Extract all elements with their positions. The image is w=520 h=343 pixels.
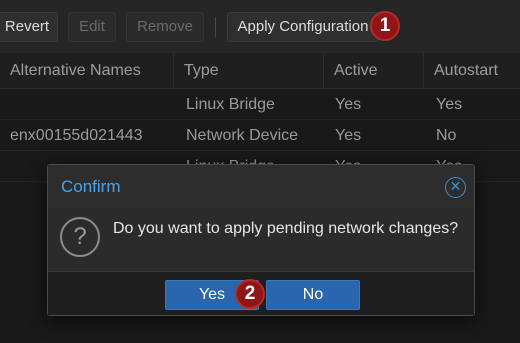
dialog-body: ? Do you want to apply pending network c…: [48, 207, 474, 271]
toolbar-separator: [215, 17, 216, 37]
edit-button[interactable]: Edit: [68, 12, 116, 42]
question-icon: ?: [60, 217, 100, 257]
close-icon[interactable]: ✕: [445, 177, 466, 198]
dialog-header: Confirm ✕: [48, 165, 474, 207]
no-button[interactable]: No: [266, 280, 360, 310]
apply-configuration-button[interactable]: Apply Configuration: [227, 12, 379, 42]
step-badge-1: 1: [370, 11, 400, 41]
revert-button[interactable]: Revert: [0, 12, 58, 42]
dialog-footer: Yes No 2: [48, 271, 474, 315]
confirm-dialog: Confirm ✕ ? Do you want to apply pending…: [47, 164, 475, 316]
dialog-title: Confirm: [61, 177, 121, 196]
toolbar: Revert Edit Remove Apply Configuration 1: [0, 0, 520, 52]
dialog-message: Do you want to apply pending network cha…: [113, 220, 459, 237]
remove-button[interactable]: Remove: [126, 12, 204, 42]
step-badge-2: 2: [235, 279, 265, 309]
